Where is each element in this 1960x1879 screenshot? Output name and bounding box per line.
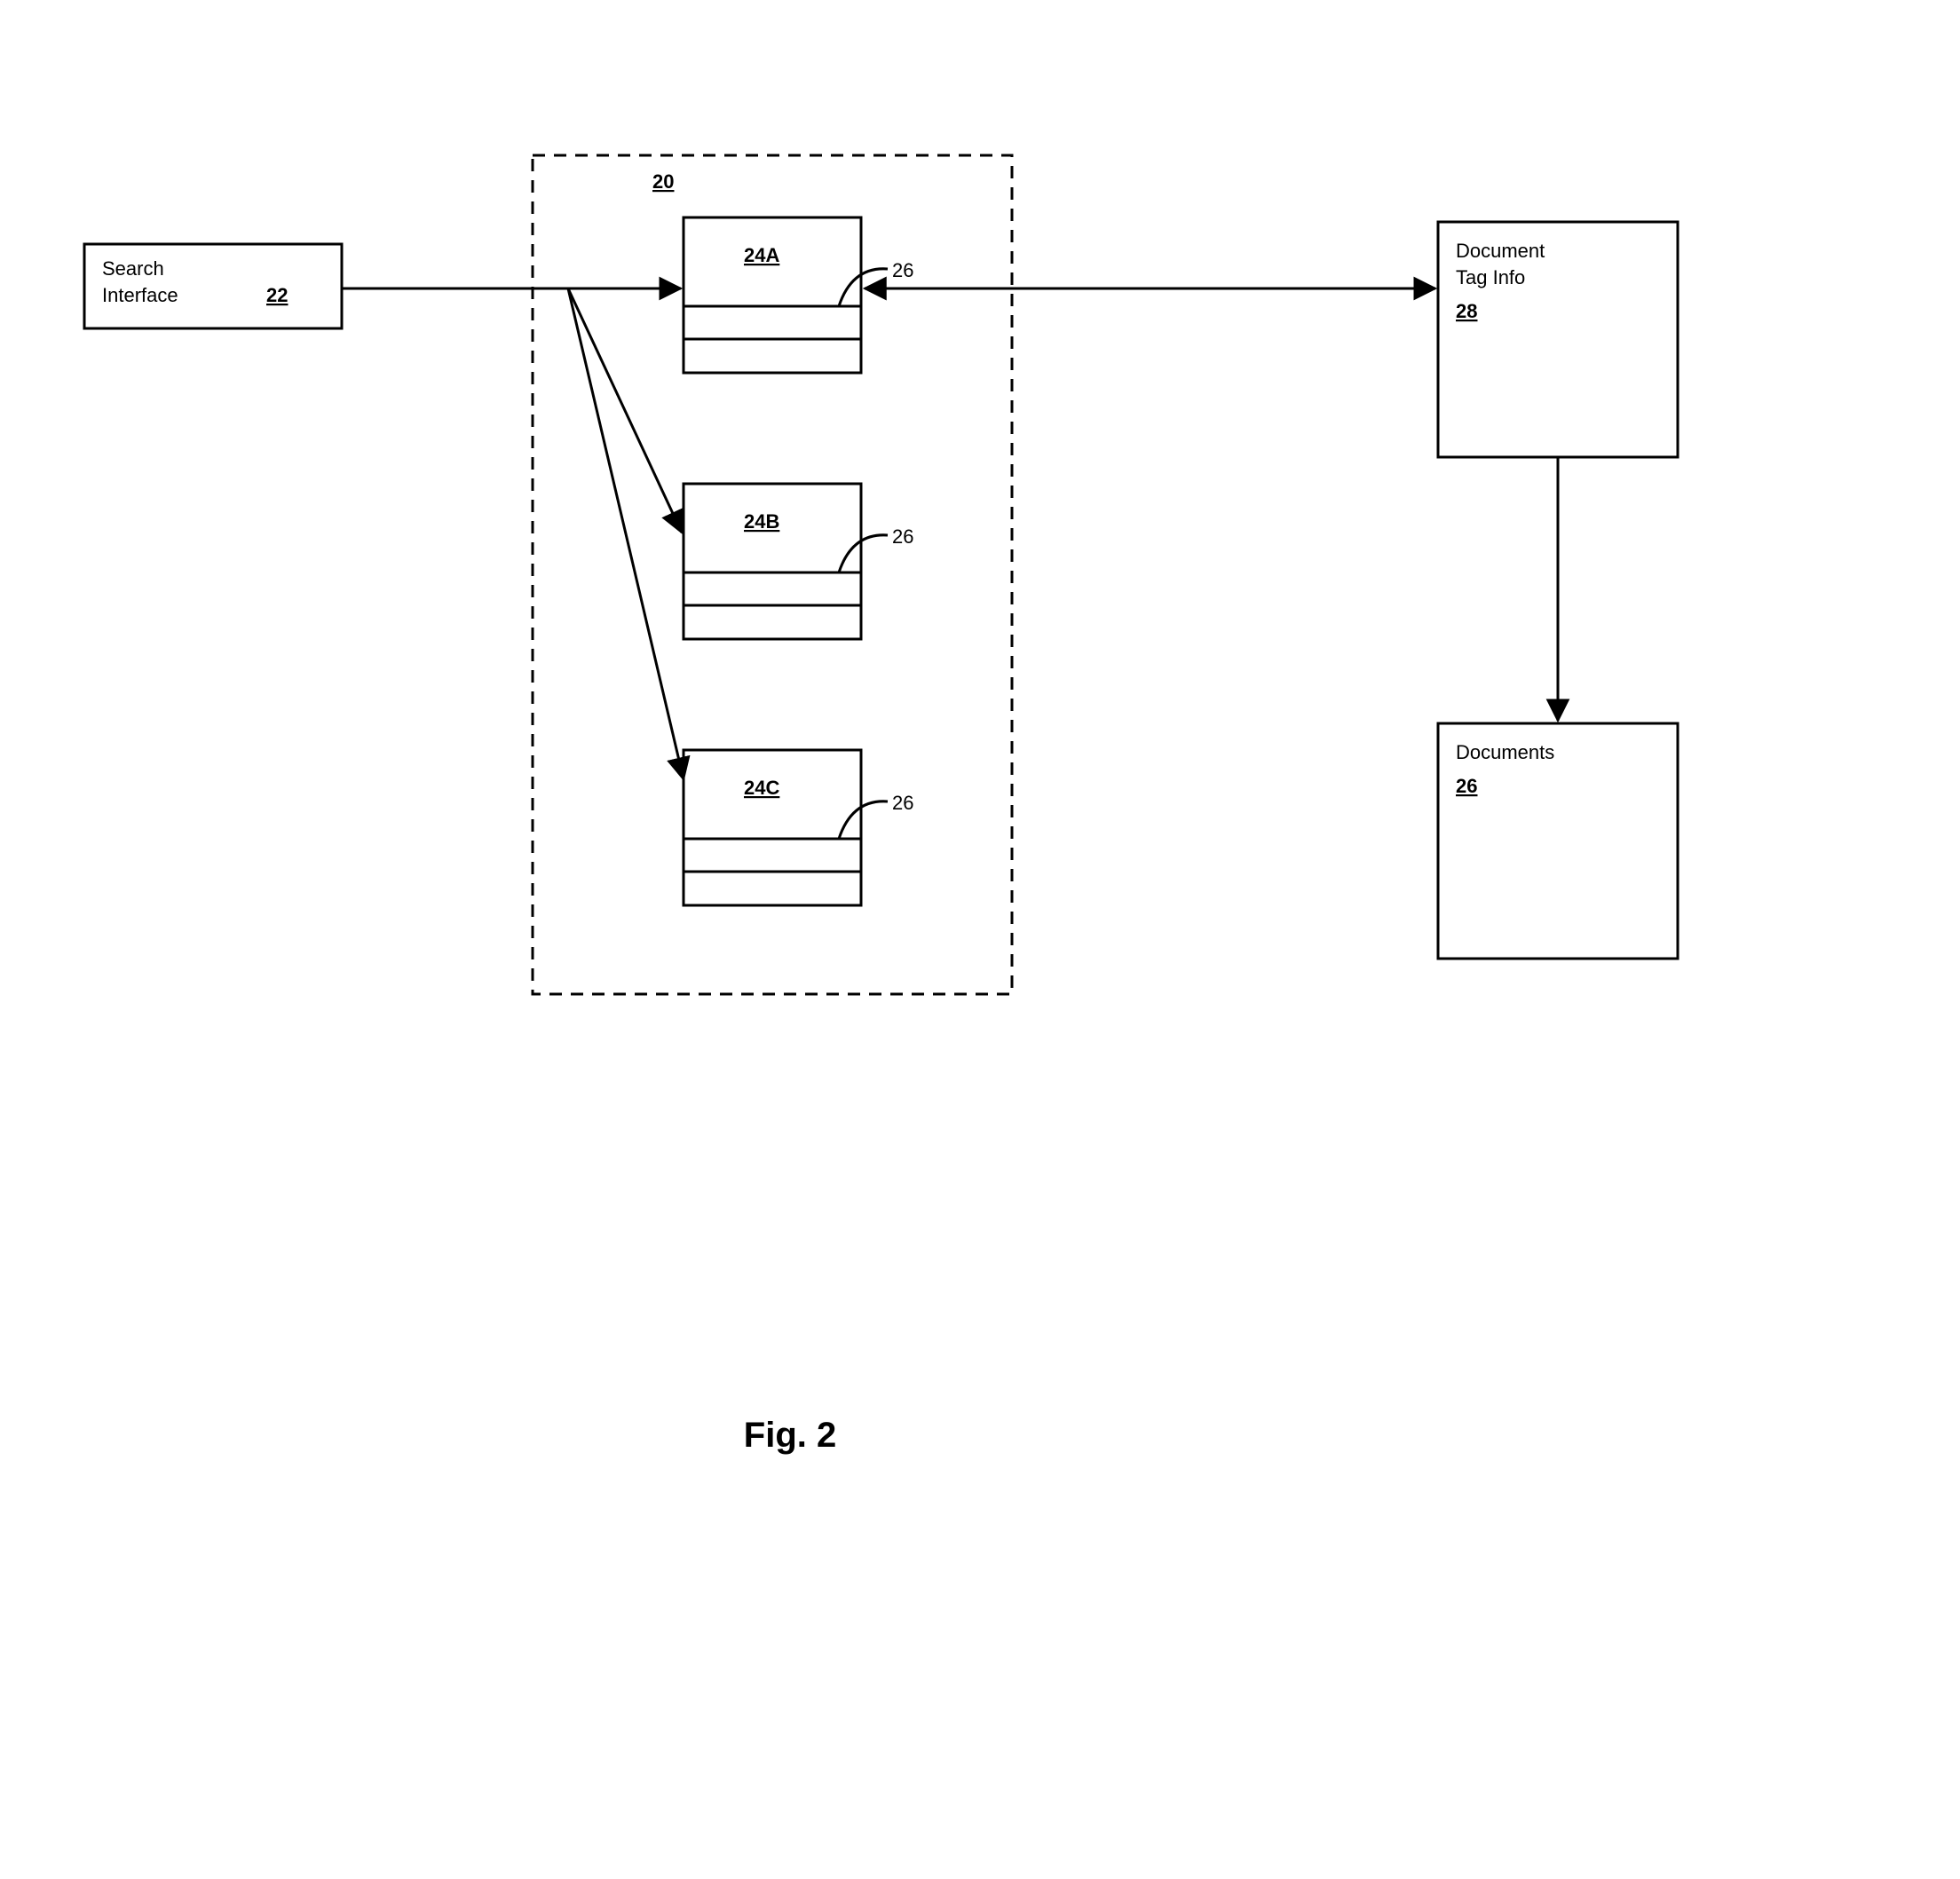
search-interface-box: Search Interface 22 [84,244,342,328]
arrow-branch-to-24c [568,288,684,779]
search-interface-ref: 22 [266,284,288,306]
index-24c-callout: 26 [892,792,913,814]
figure-title: Fig. 2 [744,1416,836,1455]
diagram-canvas: Search Interface 22 20 24A 26 24B 26 24C… [0,0,1960,1879]
index-24b-callout: 26 [892,525,913,548]
documents-ref: 26 [1456,775,1477,797]
dashed-container: 20 [533,155,1012,994]
search-interface-label-1: Search [102,257,164,280]
index-24a: 24A 26 [684,217,913,373]
index-24a-callout: 26 [892,259,913,281]
index-24c-ref: 24C [744,777,779,799]
arrow-branch-to-24b [568,288,682,533]
index-24c: 24C 26 [684,750,913,905]
index-24b-ref: 24B [744,510,779,533]
index-24a-ref: 24A [744,244,779,266]
search-interface-label-2: Interface [102,284,178,306]
doc-tag-info-label-1: Document [1456,240,1545,262]
doc-tag-info-box: Document Tag Info 28 [1438,222,1678,457]
doc-tag-info-label-2: Tag Info [1456,266,1525,288]
documents-label: Documents [1456,741,1554,763]
documents-box: Documents 26 [1438,723,1678,959]
doc-tag-info-ref: 28 [1456,300,1477,322]
container-ref: 20 [652,170,674,193]
index-24b: 24B 26 [684,484,913,639]
